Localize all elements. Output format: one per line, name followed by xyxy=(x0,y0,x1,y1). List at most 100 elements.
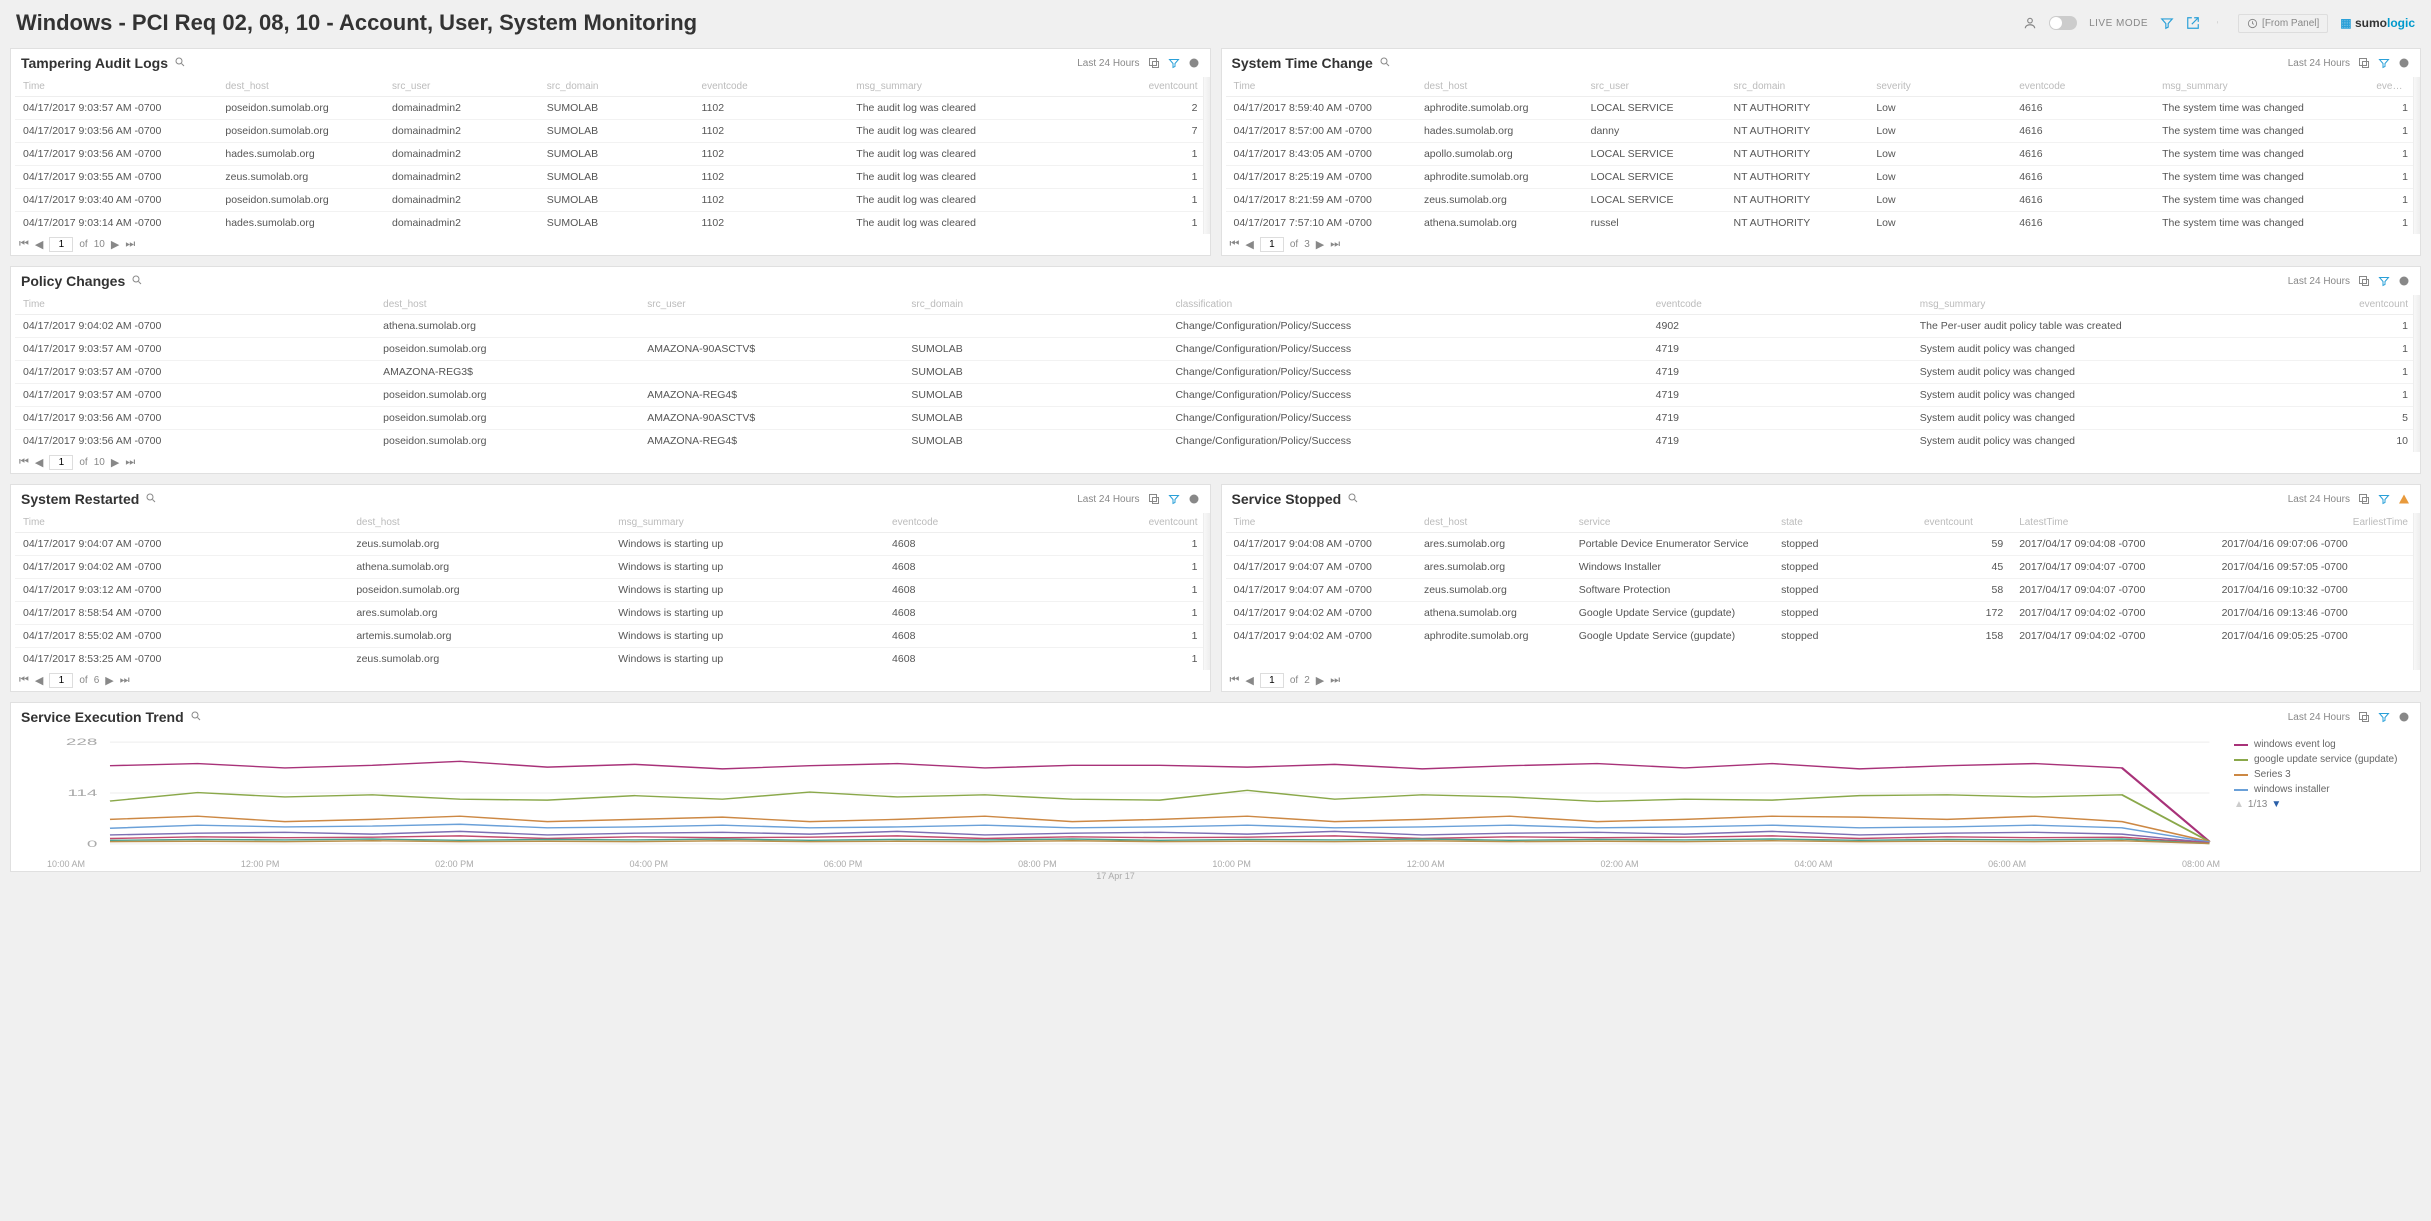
pager-first-icon[interactable]: ⏮ xyxy=(1230,238,1240,251)
col-header[interactable]: msg_summary xyxy=(848,77,1122,97)
table-row[interactable]: 04/17/2017 9:03:55 AM -0700zeus.sumolab.… xyxy=(15,166,1206,189)
legend-item[interactable]: windows installer xyxy=(2234,784,2414,795)
magnify-icon[interactable] xyxy=(174,55,186,71)
pager-prev-icon[interactable]: ◀ xyxy=(35,238,43,251)
col-header[interactable]: eventcount xyxy=(2368,77,2416,97)
filter-icon[interactable] xyxy=(2378,493,2390,505)
col-header[interactable]: classification xyxy=(1167,295,1647,315)
table-row[interactable]: 04/17/2017 9:03:14 AM -0700hades.sumolab… xyxy=(15,212,1206,235)
legend-pager[interactable]: ▲ 1/13 ▼ xyxy=(2234,799,2414,810)
legend-next-icon[interactable]: ▼ xyxy=(2271,799,2281,810)
pager-prev-icon[interactable]: ◀ xyxy=(1245,674,1253,687)
table-row[interactable]: 04/17/2017 8:55:02 AM -0700artemis.sumol… xyxy=(15,625,1206,648)
col-header[interactable]: msg_summary xyxy=(1912,295,2344,315)
col-header[interactable]: eventcount xyxy=(1122,77,1205,97)
filter-icon[interactable] xyxy=(1168,493,1180,505)
col-header[interactable]: eventcount xyxy=(2344,295,2416,315)
table-row[interactable]: 04/17/2017 8:59:40 AM -0700aphrodite.sum… xyxy=(1226,97,2417,120)
col-header[interactable]: Time xyxy=(15,513,348,533)
legend-item[interactable]: windows event log xyxy=(2234,739,2414,750)
col-header[interactable]: src_user xyxy=(384,77,539,97)
table-row[interactable]: 04/17/2017 9:04:07 AM -0700ares.sumolab.… xyxy=(1226,556,2417,579)
table-row[interactable]: 04/17/2017 9:03:56 AM -0700poseidon.sumo… xyxy=(15,430,2416,453)
col-header[interactable]: eventcode xyxy=(2011,77,2154,97)
pager-first-icon[interactable]: ⏮ xyxy=(19,456,29,469)
info-icon[interactable] xyxy=(2398,57,2410,69)
popout-icon[interactable] xyxy=(2358,275,2370,287)
col-header[interactable]: dest_host xyxy=(1416,513,1571,533)
pager-next-icon[interactable]: ▶ xyxy=(1316,674,1324,687)
table-row[interactable]: 04/17/2017 8:25:19 AM -0700aphrodite.sum… xyxy=(1226,166,2417,189)
share-icon[interactable] xyxy=(2186,16,2200,30)
pager-next-icon[interactable]: ▶ xyxy=(105,674,113,687)
magnify-icon[interactable] xyxy=(145,491,157,507)
table-row[interactable]: 04/17/2017 9:03:56 AM -0700poseidon.sumo… xyxy=(15,407,2416,430)
col-header[interactable]: EarliestTime xyxy=(2214,513,2416,533)
filter-icon[interactable] xyxy=(2160,16,2174,30)
col-header[interactable]: msg_summary xyxy=(2154,77,2368,97)
popout-icon[interactable] xyxy=(2358,493,2370,505)
magnify-icon[interactable] xyxy=(1347,491,1359,507)
table-row[interactable]: 04/17/2017 9:04:02 AM -0700athena.sumola… xyxy=(15,556,1206,579)
table-row[interactable]: 04/17/2017 8:57:00 AM -0700hades.sumolab… xyxy=(1226,120,2417,143)
table-row[interactable]: 04/17/2017 8:53:25 AM -0700zeus.sumolab.… xyxy=(15,648,1206,671)
col-header[interactable]: eventcode xyxy=(1648,295,1912,315)
info-icon[interactable] xyxy=(1188,57,1200,69)
table-row[interactable]: 04/17/2017 9:03:56 AM -0700poseidon.sumo… xyxy=(15,120,1206,143)
filter-icon[interactable] xyxy=(2378,57,2390,69)
pager-last-icon[interactable]: ⏭ xyxy=(1330,674,1340,687)
pager-next-icon[interactable]: ▶ xyxy=(1316,238,1324,251)
pager-next-icon[interactable]: ▶ xyxy=(111,238,119,251)
pager-page-input[interactable] xyxy=(49,673,73,688)
col-header[interactable]: src_domain xyxy=(539,77,694,97)
popout-icon[interactable] xyxy=(1148,493,1160,505)
warning-icon[interactable] xyxy=(2398,493,2410,505)
info-icon[interactable] xyxy=(1188,493,1200,505)
popout-icon[interactable] xyxy=(1148,57,1160,69)
col-header[interactable]: severity xyxy=(1868,77,2011,97)
pager-first-icon[interactable]: ⏮ xyxy=(19,674,29,687)
col-header[interactable]: Time xyxy=(1226,77,1416,97)
pager-last-icon[interactable]: ⏭ xyxy=(125,456,135,469)
magnify-icon[interactable] xyxy=(1379,55,1391,71)
pager-page-input[interactable] xyxy=(1260,237,1284,252)
info-icon[interactable] xyxy=(2398,711,2410,723)
pager-first-icon[interactable]: ⏮ xyxy=(19,238,29,251)
col-header[interactable]: Time xyxy=(1226,513,1416,533)
col-header[interactable]: src_user xyxy=(639,295,903,315)
col-header[interactable]: dest_host xyxy=(348,513,610,533)
pager-prev-icon[interactable]: ◀ xyxy=(1245,238,1253,251)
user-icon[interactable] xyxy=(2023,16,2037,30)
table-row[interactable]: 04/17/2017 7:57:10 AM -0700athena.sumola… xyxy=(1226,212,2417,235)
popout-icon[interactable] xyxy=(2358,711,2370,723)
pager-page-input[interactable] xyxy=(49,237,73,252)
magnify-icon[interactable] xyxy=(190,709,202,725)
pager-last-icon[interactable]: ⏭ xyxy=(1330,238,1340,251)
livemode-toggle[interactable] xyxy=(2049,16,2077,30)
col-header[interactable]: src_domain xyxy=(903,295,1167,315)
pager-page-input[interactable] xyxy=(1260,673,1284,688)
col-header[interactable]: eventcount xyxy=(1122,513,1205,533)
col-header[interactable]: src_user xyxy=(1583,77,1726,97)
pager-last-icon[interactable]: ⏭ xyxy=(120,674,130,687)
col-header[interactable]: state xyxy=(1773,513,1916,533)
col-header[interactable]: service xyxy=(1571,513,1773,533)
filter-icon[interactable] xyxy=(2378,275,2390,287)
table-row[interactable]: 04/17/2017 8:21:59 AM -0700zeus.sumolab.… xyxy=(1226,189,2417,212)
filter-icon[interactable] xyxy=(2378,711,2390,723)
table-row[interactable]: 04/17/2017 9:03:57 AM -0700poseidon.sumo… xyxy=(15,338,2416,361)
legend-item[interactable]: Series 3 xyxy=(2234,769,2414,780)
more-icon[interactable] xyxy=(2212,16,2226,30)
col-header[interactable]: dest_host xyxy=(217,77,384,97)
table-row[interactable]: 04/17/2017 9:04:02 AM -0700aphrodite.sum… xyxy=(1226,625,2417,648)
filter-icon[interactable] xyxy=(1168,57,1180,69)
table-row[interactable]: 04/17/2017 9:03:57 AM -0700poseidon.sumo… xyxy=(15,97,1206,120)
col-header[interactable]: msg_summary xyxy=(610,513,884,533)
pager-last-icon[interactable]: ⏭ xyxy=(125,238,135,251)
table-row[interactable]: 04/17/2017 9:03:57 AM -0700AMAZONA-REG3$… xyxy=(15,361,2416,384)
col-header[interactable]: Time xyxy=(15,295,375,315)
pager-page-input[interactable] xyxy=(49,455,73,470)
table-row[interactable]: 04/17/2017 9:04:07 AM -0700zeus.sumolab.… xyxy=(15,533,1206,556)
table-row[interactable]: 04/17/2017 9:03:12 AM -0700poseidon.sumo… xyxy=(15,579,1206,602)
table-row[interactable]: 04/17/2017 9:03:40 AM -0700poseidon.sumo… xyxy=(15,189,1206,212)
